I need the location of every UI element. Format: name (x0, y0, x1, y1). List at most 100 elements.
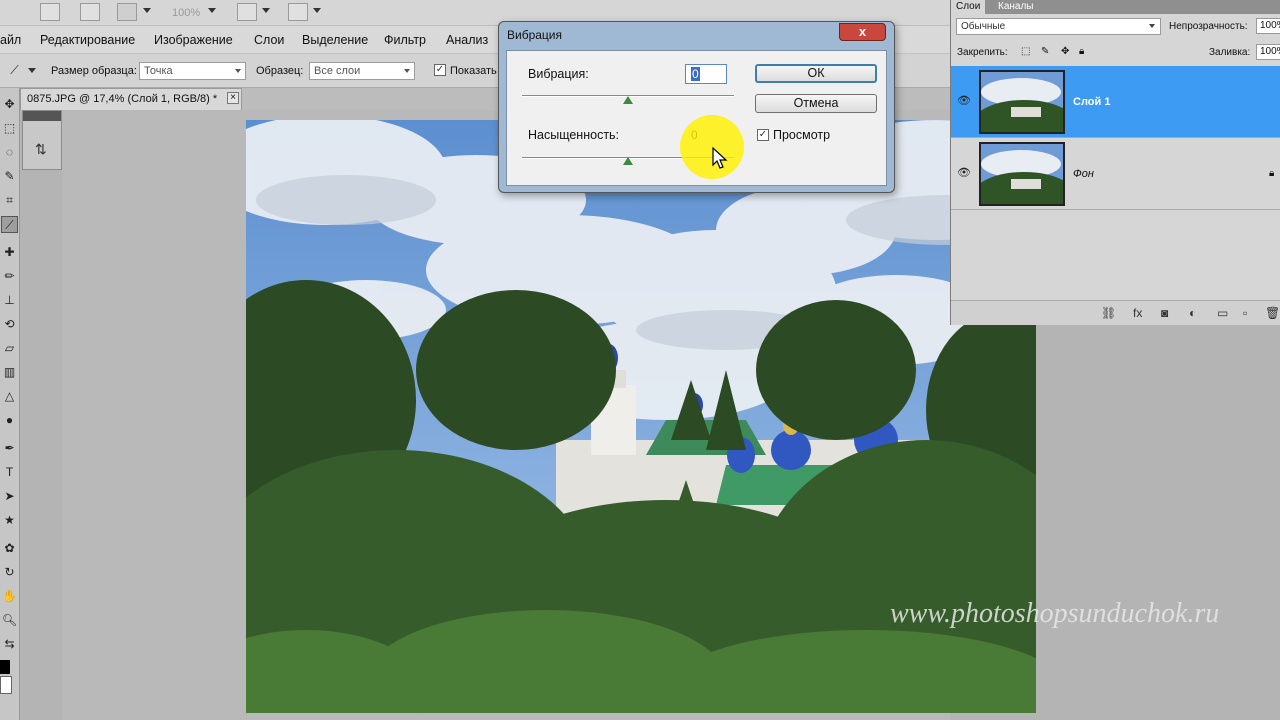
lock-position-icon[interactable]: ✥ (1061, 46, 1069, 57)
sample-label: Образец: (256, 65, 304, 77)
fill-input[interactable]: 100% (1256, 44, 1280, 60)
eyedropper-tool-icon[interactable]: ⟋ (1, 216, 18, 233)
healing-brush-tool-icon[interactable]: ✚ (1, 244, 18, 261)
swap-colors-icon[interactable]: ⇆ (1, 636, 18, 653)
foreground-color-swatch[interactable] (0, 660, 10, 674)
background-color-swatch[interactable] (0, 676, 12, 694)
preview-checkbox-row[interactable]: ✓ Просмотр (757, 128, 830, 142)
chevron-down-icon[interactable] (143, 8, 151, 13)
sample-select[interactable]: Все слои (309, 62, 415, 80)
type-tool-icon[interactable]: T (1, 464, 18, 481)
show-ring-label: Показать (450, 65, 497, 77)
hand-tool-icon[interactable]: ✋ (1, 588, 18, 605)
crop-tool-icon[interactable]: ⌗ (1, 192, 18, 209)
layer-name[interactable]: Фон (1073, 168, 1094, 180)
preview-checkbox[interactable]: ✓ (757, 129, 769, 141)
arrange-documents-icon[interactable] (237, 3, 257, 21)
fill-label: Заливка: (1209, 47, 1251, 58)
layer-row-background[interactable]: 👁︎ Фон 🔒︎ (951, 138, 1280, 210)
opacity-input[interactable]: 100% (1256, 18, 1280, 34)
zoom-level[interactable]: 100% (172, 4, 200, 21)
shape-tool-icon[interactable]: ★ (1, 512, 18, 529)
close-icon[interactable]: × (227, 92, 239, 104)
mini-bridge-icon[interactable] (80, 3, 100, 21)
layers-panel-footer: ⛓ fx ◙ ◐ ▭ ▫ 🗑︎ (951, 300, 1280, 325)
blend-mode-value: Обычные (961, 21, 1006, 32)
menu-edit[interactable]: Редактирование (40, 33, 135, 47)
history-brush-tool-icon[interactable]: ⟲ (1, 316, 18, 333)
gradient-tool-icon[interactable]: ▥ (1, 364, 18, 381)
zoom-tool-icon[interactable]: 🔍︎ (1, 612, 18, 629)
document-tab[interactable]: 0875.JPG @ 17,4% (Слой 1, RGB/8) * (20, 88, 242, 110)
layer-thumbnail-image (981, 72, 1063, 132)
menu-image[interactable]: Изображение (154, 33, 233, 47)
chevron-down-icon (1149, 24, 1155, 28)
marquee-tool-icon[interactable]: ⬚ (1, 120, 18, 137)
menu-file[interactable]: айл (0, 33, 21, 47)
lock-transparent-icon[interactable]: ⬚ (1021, 46, 1030, 57)
sample-size-label: Размер образца: (51, 65, 137, 77)
eye-icon[interactable]: 👁︎ (957, 166, 971, 180)
view-extras-icon[interactable] (117, 3, 137, 21)
panel-header[interactable] (23, 111, 61, 121)
collapsed-panel: ⇅ (22, 110, 62, 170)
sample-size-value: Точка (144, 65, 173, 77)
document-tab-title: 0875.JPG @ 17,4% (Слой 1, RGB/8) * (27, 93, 218, 105)
menu-filter[interactable]: Фильтр (384, 33, 426, 47)
screen-mode-icon[interactable] (288, 3, 308, 21)
link-layers-icon[interactable]: ⛓ (1101, 306, 1116, 320)
blend-mode-select[interactable]: Обычные (956, 18, 1161, 35)
trash-icon[interactable]: 🗑︎ (1265, 306, 1280, 320)
layer-row-layer1[interactable]: 👁︎ Слой 1 (951, 66, 1280, 138)
new-layer-icon[interactable]: ▫ (1243, 306, 1247, 320)
layer-mask-icon[interactable]: ◙ (1161, 306, 1168, 320)
chevron-down-icon[interactable] (28, 68, 36, 73)
3d-rotate-tool-icon[interactable]: ✿ (1, 540, 18, 557)
cancel-button[interactable]: Отмена (755, 94, 877, 113)
menu-select[interactable]: Выделение (302, 33, 368, 47)
preview-label: Просмотр (773, 128, 831, 142)
lock-pixels-icon[interactable]: ✎ (1041, 46, 1049, 57)
tab-layers[interactable]: Слои (951, 0, 986, 14)
tab-channels[interactable]: Каналы (993, 0, 1039, 14)
new-group-icon[interactable]: ▭ (1217, 306, 1228, 320)
layer-thumbnail (979, 142, 1065, 206)
menu-layers[interactable]: Слои (254, 33, 284, 47)
quick-select-tool-icon[interactable]: ✎ (1, 168, 18, 185)
saturation-slider-handle[interactable] (623, 157, 633, 165)
vibrance-slider-handle[interactable] (623, 96, 633, 104)
chevron-down-icon[interactable] (313, 8, 321, 13)
clone-stamp-tool-icon[interactable]: ⊥ (1, 292, 18, 309)
layers-panel-tabs: Слои Каналы (951, 0, 1280, 14)
blur-tool-icon[interactable]: △ (1, 388, 18, 405)
move-tool-icon[interactable]: ✥ (1, 96, 18, 113)
ok-button[interactable]: ОК (755, 64, 877, 83)
3d-orbit-tool-icon[interactable]: ↻ (1, 564, 18, 581)
layer-name[interactable]: Слой 1 (1073, 96, 1110, 108)
eyedropper-icon[interactable]: ⟋ (6, 62, 23, 79)
path-select-tool-icon[interactable]: ➤ (1, 488, 18, 505)
dodge-tool-icon[interactable]: ● (1, 412, 18, 429)
chevron-down-icon[interactable] (262, 8, 270, 13)
adjustment-layer-icon[interactable]: ◐ (1189, 306, 1196, 320)
vibrance-label: Вибрация: (528, 67, 589, 81)
lock-all-icon[interactable]: 🔒︎ (1079, 46, 1084, 57)
layer-thumbnail-image (981, 144, 1063, 204)
sample-size-select[interactable]: Точка (139, 62, 246, 80)
chevron-down-icon[interactable] (208, 8, 216, 13)
close-button[interactable]: x (839, 23, 886, 41)
brush-tool-icon[interactable]: ✏ (1, 268, 18, 285)
opacity-label: Непрозрачность: (1169, 21, 1248, 32)
bridge-icon[interactable] (40, 3, 60, 21)
menu-analysis[interactable]: Анализ (446, 33, 488, 47)
show-ring-checkbox[interactable]: ✓ (434, 64, 446, 76)
eye-icon[interactable]: 👁︎ (957, 94, 971, 108)
saturation-label: Насыщенность: (528, 128, 620, 142)
vibrance-value: 0 (691, 67, 700, 81)
lasso-tool-icon[interactable]: ◌ (1, 144, 18, 161)
vibrance-input[interactable]: 0 (685, 64, 727, 84)
pen-tool-icon[interactable]: ✒ (1, 440, 18, 457)
history-panel-icon[interactable]: ⇅ (35, 141, 47, 158)
eraser-tool-icon[interactable]: ▱ (1, 340, 18, 357)
layer-style-icon[interactable]: fx (1133, 306, 1142, 320)
